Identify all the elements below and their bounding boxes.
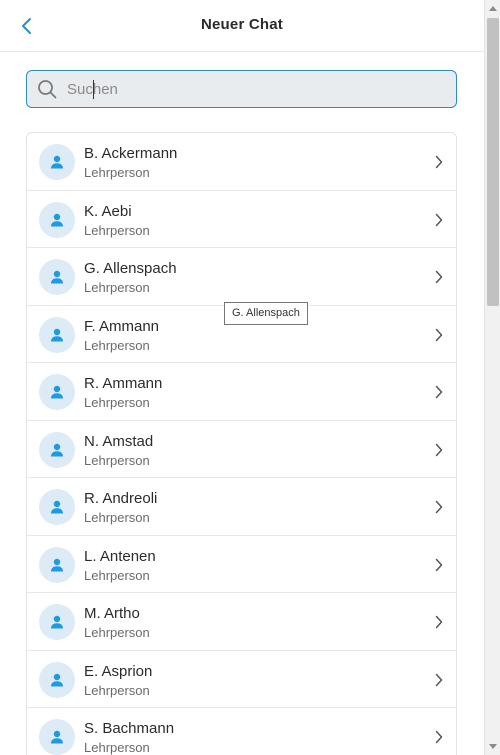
- contact-role: Lehrperson: [84, 567, 150, 583]
- header-bar: Neuer Chat: [0, 0, 484, 52]
- search-icon: [38, 80, 57, 99]
- contact-row[interactable]: N. Amstad Lehrperson: [27, 421, 456, 478]
- contact-role: Lehrperson: [84, 395, 150, 410]
- person-icon: [51, 443, 63, 456]
- page-title: Neuer Chat: [200, 16, 284, 33]
- contact-name: N. Amstad: [84, 432, 154, 450]
- contact-name: B. Ackermann: [84, 145, 178, 162]
- contact-row[interactable]: E. Asprion Lehrperson: [27, 651, 456, 708]
- scrollbar-thumb[interactable]: [487, 18, 499, 306]
- scroll-down-button[interactable]: [485, 739, 500, 755]
- contact-role: Lehrperson: [84, 682, 150, 698]
- chevron-right-icon: [432, 499, 446, 515]
- contact-role: Lehrperson: [84, 222, 150, 238]
- chevron-right-icon: [432, 384, 446, 400]
- chevron-right-icon: [432, 557, 446, 573]
- person-icon: [51, 385, 63, 399]
- contact-name: K. Aebi: [84, 202, 132, 220]
- person-icon: [51, 673, 63, 686]
- avatar: [39, 489, 75, 525]
- chevron-right-icon: [432, 154, 446, 170]
- chevron-right-icon: [432, 327, 446, 343]
- contact-name: F. Ammann: [84, 317, 160, 335]
- contact-role: Lehrperson: [84, 625, 150, 640]
- contact-row[interactable]: L. Antenen Lehrperson: [27, 536, 456, 593]
- person-icon: [51, 558, 63, 571]
- contact-name: R. Ammann: [84, 375, 163, 392]
- scrollbar[interactable]: [484, 0, 500, 755]
- contact-name: S. Bachmann: [84, 720, 175, 737]
- contact-name: R. Andreoli: [84, 490, 158, 507]
- contact-role: Lehrperson: [84, 510, 150, 525]
- contact-row[interactable]: R. Ammann Lehrperson: [27, 363, 456, 421]
- person-icon: [51, 213, 63, 226]
- scroll-up-button[interactable]: [485, 0, 500, 16]
- person-icon: [51, 328, 63, 341]
- contact-name: G. Allenspach: [84, 260, 177, 277]
- contact-list: B. Ackermann Lehrperson K. Aebi Lehrperson G…: [26, 132, 457, 755]
- search-box[interactable]: [26, 70, 457, 108]
- contact-role: Lehrperson: [84, 280, 150, 295]
- triangle-up-icon: [489, 6, 497, 11]
- contact-row[interactable]: M. Artho Lehrperson: [27, 593, 456, 651]
- triangle-down-icon: [489, 744, 497, 749]
- contact-name: L. Antenen: [84, 547, 156, 565]
- avatar: [39, 719, 75, 755]
- new-chat-screen: Neuer Chat B. AckermannLehrpersonK. Aebi…: [0, 0, 484, 755]
- avatar: [39, 374, 75, 410]
- avatar: [39, 661, 75, 698]
- search-input[interactable]: [67, 71, 456, 107]
- tooltip: G. Allenspach: [224, 302, 308, 325]
- avatar: [39, 431, 75, 468]
- avatar: [39, 201, 75, 238]
- contact-role: Lehrperson: [84, 165, 150, 180]
- text-caret: [93, 80, 94, 99]
- avatar: [39, 259, 75, 295]
- contact-name: E. Asprion: [84, 662, 153, 680]
- chevron-right-icon: [432, 614, 446, 630]
- contact-row[interactable]: R. Andreoli Lehrperson: [27, 478, 456, 536]
- person-icon: [51, 730, 63, 744]
- avatar: [39, 546, 75, 583]
- person-icon: [51, 270, 63, 284]
- chevron-right-icon: [432, 729, 446, 745]
- contact-row[interactable]: K. Aebi Lehrperson: [27, 191, 456, 248]
- contact-row[interactable]: G. Allenspach Lehrperson: [27, 248, 456, 306]
- contact-role: Lehrperson: [84, 452, 150, 468]
- avatar: [39, 316, 75, 353]
- avatar: [39, 144, 75, 180]
- chevron-right-icon: [432, 672, 446, 688]
- person-icon: [51, 155, 63, 169]
- chevron-right-icon: [432, 269, 446, 285]
- chevron-right-icon: [432, 442, 446, 458]
- avatar: [39, 604, 75, 640]
- chevron-right-icon: [432, 212, 446, 228]
- contact-name: M. Artho: [84, 605, 140, 622]
- person-icon: [51, 500, 63, 514]
- person-icon: [51, 615, 63, 629]
- contact-role: Lehrperson: [84, 740, 150, 755]
- contact-role: Lehrperson: [84, 337, 150, 353]
- contact-row[interactable]: B. Ackermann Lehrperson: [27, 133, 456, 191]
- contact-row[interactable]: S. Bachmann Lehrperson: [27, 708, 456, 755]
